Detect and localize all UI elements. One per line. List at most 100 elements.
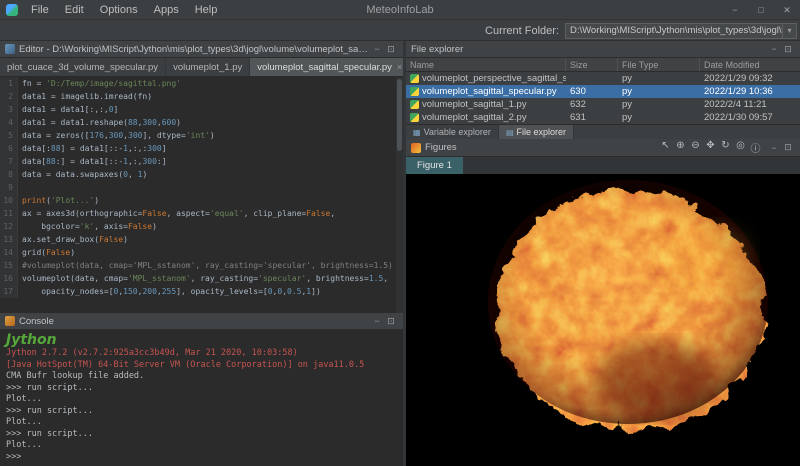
code-text: volumeplot(data, cmap='MPL_sstanom', ray… <box>18 272 388 285</box>
column-header-date-modified[interactable]: Date Modified <box>700 58 800 71</box>
line-number: 5 <box>0 129 18 142</box>
code-token: 'int' <box>186 131 210 140</box>
code-editor[interactable]: 1fn = 'D:/Temp/image/sagittal.png'2data1… <box>0 77 403 313</box>
float-panel-icon[interactable]: ⊡ <box>781 44 795 55</box>
tab-variable-explorer[interactable]: ▦Variable explorer <box>406 125 499 139</box>
console-icon <box>5 316 15 326</box>
python-file-icon <box>410 113 419 122</box>
menu-help[interactable]: Help <box>187 0 226 20</box>
minimize-window-button[interactable]: − <box>722 0 748 20</box>
select-tool-icon[interactable]: ↖ <box>658 140 673 155</box>
identify-tool-icon[interactable]: ⓘ <box>748 140 763 155</box>
editor-tab[interactable]: plot_cuace_3d_volume_specular.py <box>0 58 166 76</box>
combo-dropdown-icon[interactable]: ▾ <box>782 24 796 38</box>
minimize-panel-icon[interactable]: − <box>767 44 781 54</box>
column-header-name[interactable]: Name <box>406 58 566 71</box>
code-token: volumeplot(data, cmap= <box>22 274 128 283</box>
code-token: False <box>46 248 70 257</box>
editor-tab[interactable]: volumeplot_sagittal_specular.py× <box>250 58 410 76</box>
line-number: 12 <box>0 220 18 233</box>
current-folder-combobox[interactable]: D:\Working\MIScript\Jython\mis\plot_type… <box>565 23 797 39</box>
pan-tool-icon[interactable]: ✥ <box>703 140 718 155</box>
window-title: MeteoInfoLab <box>200 4 600 16</box>
tab-file-explorer[interactable]: ▤File explorer <box>499 125 574 139</box>
editor-panel: Editor - D:\Working\MIScript\Jython\mis\… <box>0 41 403 313</box>
file-explorer-header: File explorer − ⊡ <box>406 41 800 58</box>
float-panel-icon[interactable]: ⊡ <box>384 316 398 327</box>
file-row[interactable]: volumeplot_sagittal_specular.py630py2022… <box>406 85 800 98</box>
variable-tab-icon: ▦ <box>413 128 421 137</box>
column-header-size[interactable]: Size <box>566 58 618 71</box>
editor-tab-bar: plot_cuace_3d_volume_specular.pyvolumepl… <box>0 58 403 77</box>
file-name-cell: volumeplot_sagittal_2.py <box>406 111 566 124</box>
code-token: data1 = imagelib.imread(fn) <box>22 92 152 101</box>
zoom-out-tool-icon[interactable]: ⊖ <box>688 140 703 155</box>
code-text: bgcolor='k', axis=False) <box>18 220 157 233</box>
console-line: Plot... <box>6 394 397 406</box>
code-token: 'D:/Temp/image/sagittal.png' <box>46 79 181 88</box>
code-token: ax = axes3d(orthographic= <box>22 209 142 218</box>
editor-panel-title: Editor - D:\Working\MIScript\Jython\mis\… <box>19 44 370 55</box>
code-token: 'specular' <box>258 274 306 283</box>
code-token: data[ <box>22 157 46 166</box>
line-number: 4 <box>0 116 18 129</box>
python-file-icon <box>410 87 419 96</box>
code-token: grid( <box>22 248 46 257</box>
figures-icon <box>411 143 421 153</box>
zoom-in-tool-icon[interactable]: ⊕ <box>673 140 688 155</box>
code-token: ax.set_draw_box( <box>22 235 99 244</box>
code-text: data[:88] = data1[::-1,:,:300] <box>18 142 167 155</box>
main-toolbar: Current Folder: D:\Working\MIScript\Jyth… <box>0 21 800 41</box>
console-line: [Java HotSpot(TM) 64-Bit Server VM (Orac… <box>6 360 397 372</box>
code-token: ,:, <box>128 157 142 166</box>
code-token: data1 = data1[:,:, <box>22 105 109 114</box>
file-row[interactable]: volumeplot_sagittal_1.py632py2022/2/4 11… <box>406 98 800 111</box>
editor-scrollbar[interactable] <box>396 77 403 313</box>
file-row[interactable]: volumeplot_sagittal_2.py631py2022/1/30 0… <box>406 111 800 124</box>
volume-rendering <box>406 174 800 466</box>
code-token: , <box>128 170 138 179</box>
code-lines: 1fn = 'D:/Temp/image/sagittal.png'2data1… <box>0 77 403 298</box>
menu-edit[interactable]: Edit <box>57 0 92 20</box>
figure-tab-row: Figure 1 <box>406 157 800 174</box>
close-window-button[interactable]: ✕ <box>774 0 800 20</box>
file-name-cell: volumeplot_perspective_sagittal_sp... <box>406 72 566 85</box>
maximize-window-button[interactable]: □ <box>748 0 774 20</box>
tab-close-icon[interactable]: × <box>397 62 402 72</box>
full-extent-tool-icon[interactable]: ◎ <box>733 140 748 155</box>
float-panel-icon[interactable]: ⊡ <box>384 44 398 55</box>
jython-banner: Jython <box>6 332 397 348</box>
code-token: 150 <box>123 287 137 296</box>
console-line: Plot... <box>6 440 397 452</box>
minimize-panel-icon[interactable]: − <box>767 143 781 153</box>
file-size-cell: 632 <box>566 98 618 111</box>
code-token: 'k' <box>80 222 94 231</box>
console-output[interactable]: Jython Jython 2.7.2 (v2.7.2:925a3cc3b49d… <box>0 330 403 465</box>
file-date-cell: 2022/2/4 11:21 <box>700 98 800 111</box>
menu-apps[interactable]: Apps <box>146 0 187 20</box>
figures-panel: Figures ↖⊕⊖✥↻◎ⓘ − ⊡ Figure 1 <box>406 139 800 466</box>
column-header-file-type[interactable]: File Type <box>618 58 700 71</box>
code-token: 600 <box>162 118 176 127</box>
code-token: 300 <box>109 131 123 140</box>
file-row[interactable]: volumeplot_perspective_sagittal_sp...py2… <box>406 72 800 85</box>
minimize-panel-icon[interactable]: − <box>370 316 384 326</box>
minimize-panel-icon[interactable]: − <box>370 44 384 54</box>
figure-canvas[interactable] <box>406 174 800 466</box>
code-token: 176 <box>89 131 103 140</box>
code-token: :] = data1[::- <box>56 157 123 166</box>
code-token: ] = data1[::- <box>61 144 124 153</box>
code-text: print('Plot...') <box>18 194 99 207</box>
menu-file[interactable]: File <box>23 0 57 20</box>
editor-scrollbar-thumb[interactable] <box>397 79 402 151</box>
figure-tab[interactable]: Figure 1 <box>406 157 463 174</box>
float-panel-icon[interactable]: ⊡ <box>781 142 795 153</box>
code-token: #volumeplot(data, cmap='MPL_sstanom', ra… <box>22 261 393 270</box>
code-text: data[88:] = data1[::-1,:,300:] <box>18 155 167 168</box>
editor-tab[interactable]: volumeplot_1.py <box>166 58 250 76</box>
menu-options[interactable]: Options <box>92 0 146 20</box>
rotate-tool-icon[interactable]: ↻ <box>718 140 733 155</box>
code-token: , <box>330 209 335 218</box>
code-token: False <box>142 209 166 218</box>
code-text <box>18 181 22 194</box>
